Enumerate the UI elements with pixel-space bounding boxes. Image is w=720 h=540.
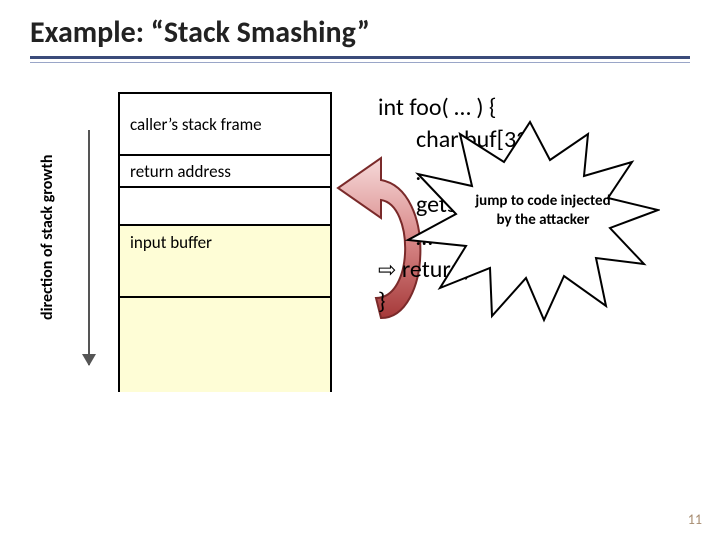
- page-number: 11: [688, 511, 702, 528]
- code-line-6-text: return;: [396, 255, 469, 284]
- code-line-4: gets(buf);: [378, 189, 536, 221]
- stack-diagram: caller’s stack frame return address inpu…: [118, 92, 332, 392]
- return-arrow-icon: ⇨: [378, 256, 396, 283]
- code-line-2: char buf[32]: [378, 124, 536, 156]
- code-line-5: …: [378, 222, 536, 254]
- code-block: int foo( … ) { char buf[32] … gets(buf);…: [378, 92, 536, 319]
- title-rule-thin: [30, 62, 690, 63]
- return-address-label: return address: [130, 161, 231, 182]
- title-rule-thick: [30, 56, 690, 59]
- stack-growth-arrow-icon: [88, 130, 90, 365]
- stack-cell-input-buffer: input buffer: [120, 226, 330, 298]
- code-line-1: int foo( … ) {: [378, 92, 536, 124]
- code-line-3: …: [378, 157, 536, 189]
- code-line-6: ⇨ return;: [378, 254, 536, 286]
- code-line-7: }: [378, 286, 536, 318]
- stack-cell-caller-frame: caller’s stack frame: [120, 94, 330, 156]
- slide-title: Example: “Stack Smashing”: [30, 14, 370, 51]
- stack-growth-axis-label: direction of stack growth: [38, 155, 57, 320]
- stack-cell-gap: [120, 188, 330, 226]
- slide-root: Example: “Stack Smashing” direction of s…: [0, 0, 720, 540]
- input-buffer-label: input buffer: [130, 232, 212, 253]
- stack-cell-return-address: return address: [120, 156, 330, 188]
- stack-cell-buffer-continuation: [120, 298, 330, 392]
- caller-frame-label: caller’s stack frame: [130, 114, 262, 135]
